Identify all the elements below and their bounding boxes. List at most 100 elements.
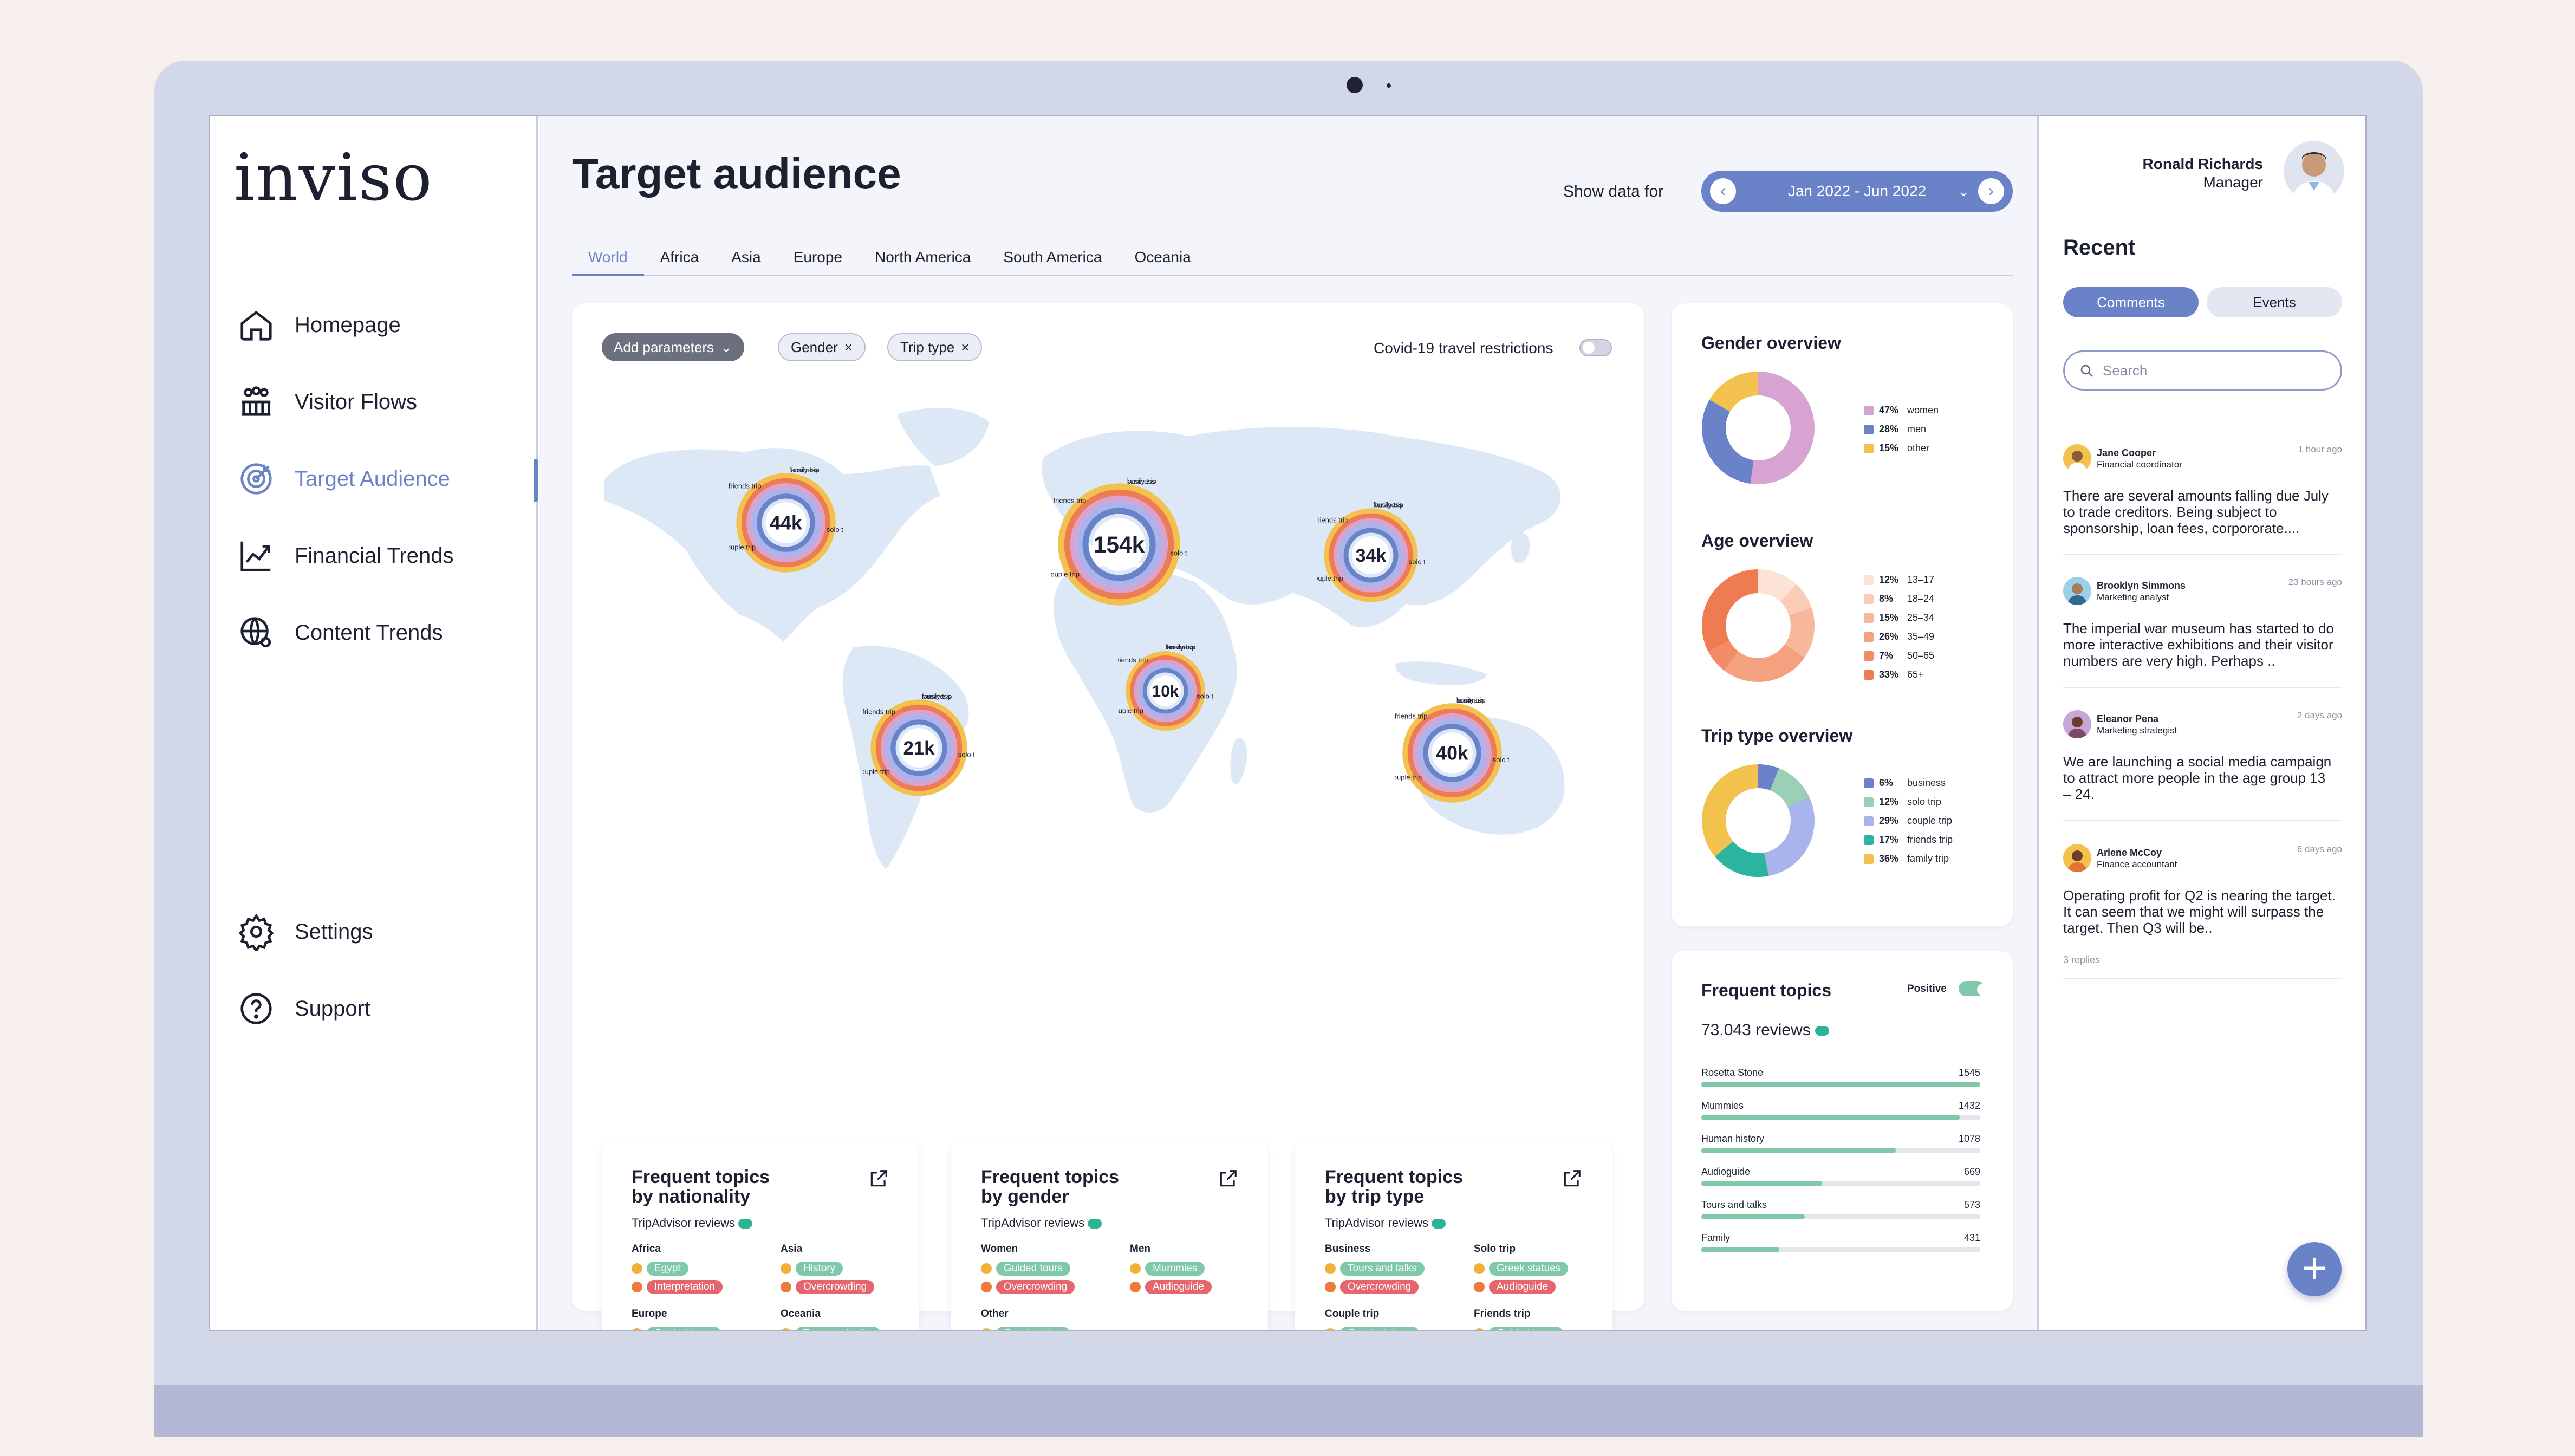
positive-tag[interactable]: Egypt	[647, 1262, 688, 1276]
tab-comments[interactable]: Comments	[2063, 287, 2199, 317]
negative-tag[interactable]: Interpretation	[647, 1280, 723, 1294]
legend-item: 12% solo trip	[1864, 792, 1953, 811]
positive-tag[interactable]: Tours and talks	[796, 1327, 880, 1330]
topic-bar-row[interactable]: Audioguide 669	[1701, 1166, 1980, 1186]
external-link-icon[interactable]	[868, 1168, 889, 1189]
laptop-base	[154, 1384, 2423, 1436]
positive-tag[interactable]: Greek status	[996, 1327, 1070, 1330]
negative-row: Overcrowding	[1325, 1278, 1460, 1296]
positive-tag[interactable]: Mummies	[1145, 1262, 1205, 1276]
age-legend: 12% 13–17 8% 18–24 15% 25–34 26% 35–49 7% 50–65 33…	[1864, 570, 1934, 684]
external-link-icon[interactable]	[1562, 1168, 1582, 1189]
negative-tag[interactable]: Overcrowding	[796, 1280, 875, 1294]
topic-bar-row[interactable]: Rosetta Stone 1545	[1701, 1067, 1980, 1087]
positive-tag[interactable]: Guided tours	[647, 1327, 721, 1330]
bar-label: Family	[1701, 1232, 1730, 1243]
bar-track	[1701, 1082, 1980, 1087]
chevron-down-icon[interactable]: ⌄	[1958, 183, 1969, 200]
topic-bar-row[interactable]: Family 431	[1701, 1232, 1980, 1252]
positive-row: Greek status	[981, 1324, 1116, 1330]
negative-tag[interactable]: Audioguide	[1145, 1280, 1212, 1294]
legend-label: 50–65	[1907, 650, 1935, 661]
bubble-ring-label: solo trip	[1493, 756, 1509, 764]
positive-tag[interactable]: Guided tours	[1489, 1327, 1563, 1330]
nav-item-homepage[interactable]: Homepage	[237, 301, 535, 349]
bar-label-row: Mummies 1432	[1701, 1100, 1980, 1112]
positive-tag[interactable]: Tours and talks	[1340, 1262, 1425, 1276]
comment-item[interactable]: Jane Cooper Financial coordinator 1 hour…	[2063, 444, 2342, 555]
nav-item-financial-trends[interactable]: Financial Trends	[237, 531, 535, 580]
add-parameters-label: Add parameters	[614, 339, 714, 355]
bubble-ring-label: solo trip	[827, 525, 843, 534]
external-link-icon[interactable]	[1218, 1168, 1238, 1189]
gender-overview-title: Gender overview	[1701, 333, 1841, 353]
group-title: Oceania	[781, 1308, 821, 1320]
nav-item-target-audience[interactable]: Target Audience	[237, 454, 535, 503]
gear-icon	[238, 913, 274, 951]
legend-item: 15% other	[1864, 439, 1939, 458]
map-bubble-asia[interactable]: 34kbusinesssolo tripcouple tripfriends t…	[1317, 501, 1425, 609]
add-button[interactable]: +	[2287, 1242, 2342, 1296]
gender-donut	[1702, 372, 1815, 484]
topic-bar-row[interactable]: Tours and talks 573	[1701, 1199, 1980, 1219]
comment-author-role: Marketing analyst	[2097, 592, 2169, 602]
close-icon[interactable]: ×	[844, 339, 853, 356]
legend-item: 6% business	[1864, 774, 1953, 792]
positive-tag[interactable]: Greek statues	[1340, 1327, 1420, 1330]
chevron-left-icon[interactable]: ‹	[1710, 178, 1736, 204]
tab-events[interactable]: Events	[2207, 287, 2342, 317]
filter-chip-trip-type[interactable]: Trip type ×	[887, 333, 983, 361]
bubble-ring-label: family trip	[1165, 644, 1195, 651]
legend-pct: 12%	[1879, 574, 1899, 585]
nav-label: Settings	[295, 919, 373, 944]
show-data-label: Show data for	[1563, 183, 1664, 200]
negative-tag[interactable]: Overcrowding	[1340, 1280, 1419, 1294]
tab-europe[interactable]: Europe	[777, 244, 859, 276]
positive-tag[interactable]: Guided tours	[996, 1262, 1070, 1276]
filter-chip-gender[interactable]: Gender ×	[778, 333, 866, 361]
comment-item[interactable]: Arlene McCoy Finance accountant 6 days a…	[2063, 844, 2342, 979]
map-bubble-south-america[interactable]: 21kbusinesssolo tripcouple tripfriends t…	[863, 692, 974, 803]
add-parameters-button[interactable]: Add parameters ⌄	[602, 333, 744, 361]
chevron-right-icon[interactable]: ›	[1978, 178, 2004, 204]
map-bubble-north-america[interactable]: 44kbusinesssolo tripcouple tripfriends t…	[729, 466, 843, 580]
map-bubble-europe[interactable]: 154kbusinesssolo tripcouple tripfriends …	[1051, 477, 1187, 612]
tab-world[interactable]: World	[572, 244, 644, 276]
tab-africa[interactable]: Africa	[644, 244, 716, 276]
search-input[interactable]: Search	[2063, 350, 2342, 391]
legend-swatch	[1864, 670, 1874, 680]
topic-bar-row[interactable]: Mummies 1432	[1701, 1100, 1980, 1120]
covid-toggle[interactable]	[1579, 339, 1612, 356]
positive-tag[interactable]: Greek statues	[1489, 1262, 1569, 1276]
tab-asia[interactable]: Asia	[715, 244, 777, 276]
tab-south-america[interactable]: South America	[987, 244, 1118, 276]
search-placeholder: Search	[2103, 362, 2148, 379]
negative-tag[interactable]: Overcrowding	[996, 1280, 1075, 1294]
positive-tag[interactable]: History	[796, 1262, 843, 1276]
date-range-selector[interactable]: ‹ Jan 2022 - Jun 2022 ⌄ ›	[1701, 171, 2013, 212]
frequent-topics-title: Frequent topics	[1701, 980, 1832, 1000]
topic-bar-row[interactable]: Human history 1078	[1701, 1133, 1980, 1153]
comment-item[interactable]: Brooklyn Simmons Marketing analyst 23 ho…	[2063, 577, 2342, 688]
tab-north-america[interactable]: North America	[859, 244, 987, 276]
nav-item-content-trends[interactable]: Content Trends	[237, 608, 535, 657]
positive-row: Guided tours	[1474, 1324, 1609, 1330]
nav-item-visitor-flows[interactable]: Visitor Flows	[237, 378, 535, 426]
tab-oceania[interactable]: Oceania	[1118, 244, 1207, 276]
close-icon[interactable]: ×	[961, 339, 969, 356]
map-bubble-oceania[interactable]: 40kbusinesssolo tripcouple tripfriends t…	[1395, 696, 1509, 810]
comment-text: Operating profit for Q2 is nearing the t…	[2063, 887, 2336, 936]
angry-face-icon	[632, 1282, 642, 1292]
nav-item-support[interactable]: Support	[237, 984, 535, 1033]
negative-tag[interactable]: Audioguide	[1489, 1280, 1556, 1294]
nav-item-settings[interactable]: Settings	[237, 907, 535, 956]
comment-item[interactable]: Eleanor Pena Marketing strategist 2 days…	[2063, 710, 2342, 821]
topic-card-trip-type: Frequent topics by trip type TripAdvisor …	[1295, 1140, 1612, 1330]
positive-toggle[interactable]	[1959, 981, 1989, 996]
avatar[interactable]	[2284, 141, 2344, 202]
map-bubble-africa[interactable]: 10kbusinesssolo tripcouple tripfriends t…	[1118, 644, 1213, 738]
avatar	[2063, 710, 2091, 738]
comment-replies[interactable]: 3 replies	[2063, 954, 2100, 966]
app-logo[interactable]: inviso	[234, 140, 433, 216]
home-icon	[240, 310, 272, 341]
